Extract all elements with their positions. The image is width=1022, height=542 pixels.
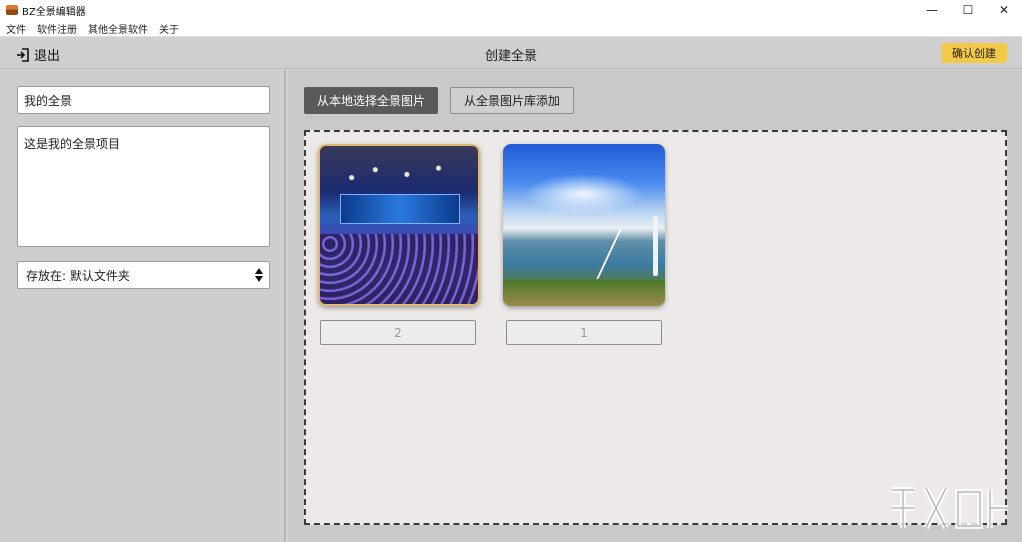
confirm-create-button[interactable]: 确认创建 [941,43,1007,63]
panorama-image-area: 从本地选择全景图片 从全景图片库添加 2 1 [288,70,1022,542]
sky-cloud [523,174,643,214]
select-updown-icon [255,268,263,282]
window-title: BZ全景编辑器 [22,6,86,18]
project-name-input[interactable] [17,86,270,114]
menu-item-other-software[interactable]: 其他全景软件 [82,21,153,36]
tab-add-from-library[interactable]: 从全景图片库添加 [450,87,574,114]
image-drop-zone[interactable]: 2 1 [304,130,1007,525]
project-description-input[interactable]: 这是我的全景项目 [17,126,270,247]
menu-item-register[interactable]: 软件注册 [31,21,82,36]
stage-screen [340,194,460,224]
maximize-button[interactable]: ☐ [950,0,986,20]
project-form-panel: 这是我的全景项目 存放在: 默认文件夹 [0,70,286,542]
shoreline [503,280,665,306]
app-icon [6,5,18,15]
save-location-value: 存放在: 默认文件夹 [26,268,130,283]
page-header: 退出 创建全景 确认创建 [0,37,1022,69]
close-button[interactable]: ✕ [986,0,1022,20]
audience [320,234,478,304]
menu-item-about[interactable]: 关于 [153,21,184,36]
panorama-order-field[interactable]: 2 [320,320,476,345]
save-location-select[interactable]: 存放在: 默认文件夹 [17,261,270,289]
menu-item-file[interactable]: 文件 [0,21,31,36]
page-title: 创建全景 [484,49,537,64]
menu-bar: 文件 软件注册 其他全景软件 关于 [0,20,1022,37]
tab-select-local-images[interactable]: 从本地选择全景图片 [304,87,438,114]
bridge-deck [596,229,665,279]
panorama-order-field[interactable]: 1 [506,320,662,345]
bridge-lake-panorama-image[interactable] [503,144,665,306]
concert-hall-panorama-image[interactable] [318,144,480,306]
window-titlebar: BZ全景编辑器 — ☐ ✕ [0,0,1022,20]
minimize-button[interactable]: — [914,0,950,20]
window-controls: — ☐ ✕ [914,0,1022,20]
